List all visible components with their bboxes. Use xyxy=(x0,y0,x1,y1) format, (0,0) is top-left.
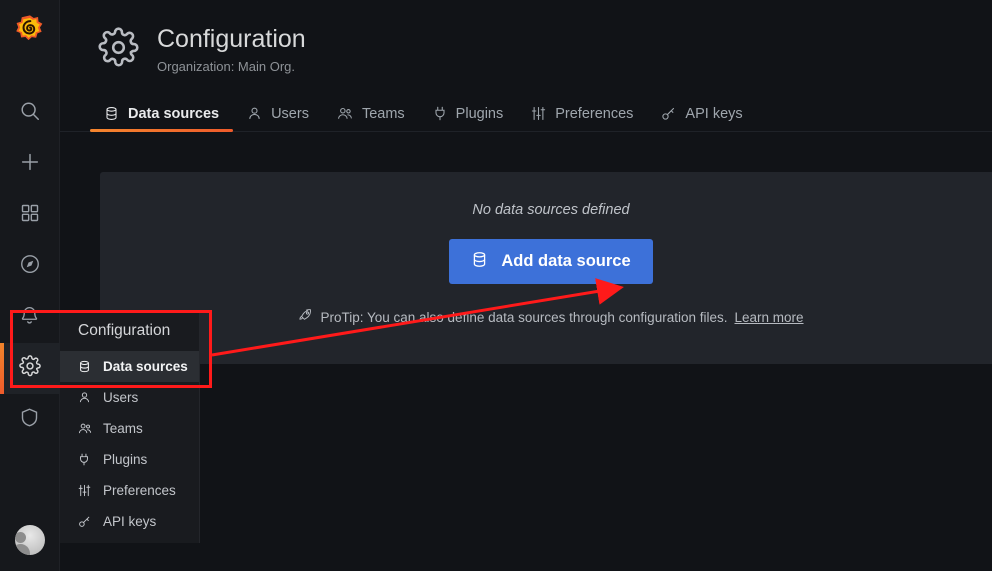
sliders-icon xyxy=(78,484,92,497)
database-icon xyxy=(471,251,488,273)
flyout-item-data-sources[interactable]: Data sources xyxy=(60,351,199,382)
page-header-gear-icon xyxy=(98,27,139,73)
rail-item-create[interactable] xyxy=(0,139,60,190)
grafana-app: Configuration Organization: Main Org. Da… xyxy=(0,0,992,571)
plus-icon xyxy=(19,151,41,178)
flyout-title: Configuration xyxy=(60,311,199,351)
add-data-source-button[interactable]: Add data source xyxy=(449,239,652,284)
users-icon xyxy=(78,422,92,435)
tab-data-sources[interactable]: Data sources xyxy=(90,106,233,131)
gear-icon xyxy=(19,355,41,382)
rail-item-alerting[interactable] xyxy=(0,292,60,343)
flyout-item-api-keys[interactable]: API keys xyxy=(60,506,199,537)
rail-item-dashboards[interactable] xyxy=(0,190,60,241)
tab-teams[interactable]: Teams xyxy=(323,106,419,131)
flyout-item-preferences[interactable]: Preferences xyxy=(60,475,199,506)
protip-learn-more-link[interactable]: Learn more xyxy=(734,310,803,325)
flyout-item-label: Preferences xyxy=(103,483,176,498)
flyout-item-label: API keys xyxy=(103,514,156,529)
sliders-icon xyxy=(531,106,546,121)
flyout-item-label: Teams xyxy=(103,421,143,436)
key-icon xyxy=(661,106,676,121)
protip-row: ProTip: You can also define data sources… xyxy=(100,308,992,326)
protip-text: ProTip: You can also define data sources… xyxy=(320,310,727,325)
tab-label: Teams xyxy=(362,106,405,122)
flyout-item-teams[interactable]: Teams xyxy=(60,413,199,444)
database-icon xyxy=(104,106,119,121)
tab-users[interactable]: Users xyxy=(233,106,323,131)
tab-label: Plugins xyxy=(456,106,504,122)
rocket-icon xyxy=(298,308,313,326)
flyout-item-label: Users xyxy=(103,390,138,405)
tab-plugins[interactable]: Plugins xyxy=(419,106,518,131)
configuration-flyout-menu: Configuration Data sources Users xyxy=(60,311,200,543)
tab-preferences[interactable]: Preferences xyxy=(517,106,647,131)
rail-item-configuration[interactable] xyxy=(0,343,60,394)
user-icon xyxy=(247,106,262,121)
search-icon xyxy=(19,100,41,127)
rail-item-server-admin[interactable] xyxy=(0,394,60,445)
flyout-item-label: Plugins xyxy=(103,452,147,467)
user-icon xyxy=(78,391,92,404)
dashboards-grid-icon xyxy=(20,203,40,228)
tab-bar: Data sources Users Teams xyxy=(60,96,992,132)
plug-icon xyxy=(78,453,92,466)
flyout-item-label: Data sources xyxy=(103,359,188,374)
avatar-body xyxy=(15,544,30,555)
compass-icon xyxy=(19,253,41,280)
sidebar-rail xyxy=(0,0,60,571)
flyout-item-users[interactable]: Users xyxy=(60,382,199,413)
avatar[interactable] xyxy=(15,525,45,555)
bell-icon xyxy=(19,305,40,331)
tab-api-keys[interactable]: API keys xyxy=(647,106,756,131)
add-data-source-label: Add data source xyxy=(501,252,630,271)
avatar-head xyxy=(15,532,26,543)
tab-label: Users xyxy=(271,106,309,122)
rail-item-search[interactable] xyxy=(0,88,60,139)
rail-item-explore[interactable] xyxy=(0,241,60,292)
shield-icon xyxy=(19,407,40,433)
page-header: Configuration Organization: Main Org. xyxy=(60,0,992,74)
users-icon xyxy=(337,106,353,121)
tab-label: Data sources xyxy=(128,106,219,122)
grafana-logo-icon[interactable] xyxy=(13,12,47,46)
plug-icon xyxy=(433,106,447,121)
flyout-item-plugins[interactable]: Plugins xyxy=(60,444,199,475)
data-sources-panel: No data sources defined Add data source xyxy=(100,172,992,364)
page-title: Configuration xyxy=(157,26,306,54)
rail-icon-list xyxy=(0,88,59,445)
database-icon xyxy=(78,360,92,373)
tab-label: Preferences xyxy=(555,106,633,122)
page-subtitle: Organization: Main Org. xyxy=(157,59,306,74)
add-button-row: Add data source xyxy=(100,239,992,284)
key-icon xyxy=(78,515,92,528)
page-header-text: Configuration Organization: Main Org. xyxy=(157,26,306,74)
empty-state-message: No data sources defined xyxy=(100,172,992,218)
tab-label: API keys xyxy=(685,106,742,122)
